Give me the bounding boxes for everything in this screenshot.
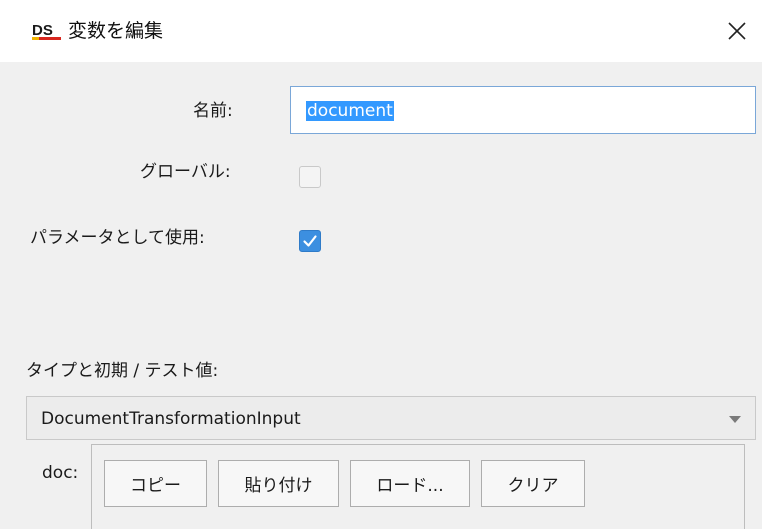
- type-select-value: DocumentTransformationInput: [41, 409, 301, 429]
- name-input-value: document: [306, 101, 394, 121]
- type-select[interactable]: DocumentTransformationInput: [26, 396, 756, 440]
- check-icon: [303, 235, 317, 247]
- name-input[interactable]: document: [290, 86, 756, 134]
- paste-button[interactable]: 貼り付け: [218, 460, 339, 507]
- copy-button[interactable]: コピー: [104, 460, 207, 507]
- title-bar: DS 変数を編集: [0, 0, 762, 62]
- doc-label: doc:: [42, 463, 79, 483]
- close-icon[interactable]: [722, 16, 752, 46]
- use-as-parameter-label: パラメータとして使用:: [30, 228, 205, 248]
- global-checkbox[interactable]: [299, 166, 321, 188]
- app-logo: DS: [32, 22, 61, 40]
- svg-text:DS: DS: [32, 22, 53, 39]
- window-title: 変数を編集: [68, 20, 164, 42]
- use-as-parameter-checkbox[interactable]: [299, 230, 321, 252]
- name-label: 名前:: [193, 101, 233, 121]
- chevron-down-icon[interactable]: [729, 416, 741, 423]
- load-button[interactable]: ロード...: [350, 460, 470, 507]
- clear-button[interactable]: クリア: [481, 460, 585, 507]
- global-label: グローバル:: [140, 162, 231, 182]
- type-section-label: タイプと初期 / テスト値:: [26, 361, 219, 381]
